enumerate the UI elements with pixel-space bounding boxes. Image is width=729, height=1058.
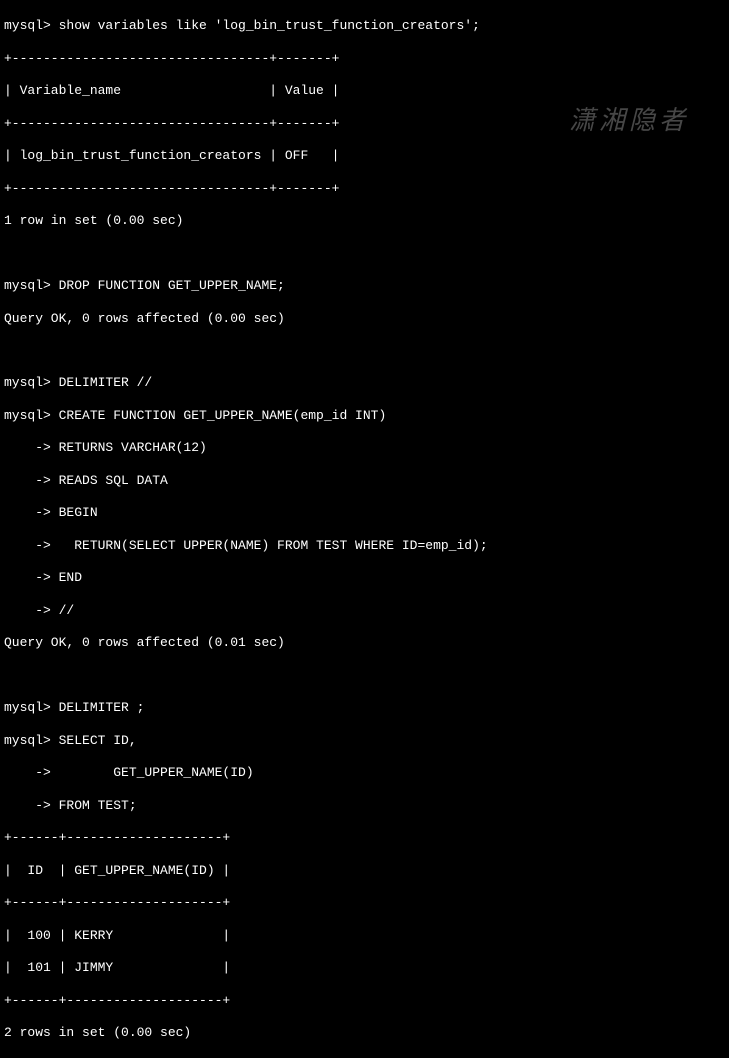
continuation-line: -> READS SQL DATA — [4, 473, 725, 489]
continuation-line: -> RETURNS VARCHAR(12) — [4, 440, 725, 456]
watermark-text: 潇湘隐者 — [569, 105, 689, 138]
table-border: +---------------------------------+-----… — [4, 181, 725, 197]
result-summary: 1 row in set (0.00 sec) — [4, 213, 725, 229]
table-header: | Variable_name | Value | — [4, 83, 725, 99]
query-result: Query OK, 0 rows affected (0.00 sec) — [4, 311, 725, 327]
table-border: +------+--------------------+ — [4, 830, 725, 846]
table-border: +---------------------------------+-----… — [4, 51, 725, 67]
continuation-line: -> BEGIN — [4, 505, 725, 521]
continuation-line: -> FROM TEST; — [4, 798, 725, 814]
continuation-line: -> GET_UPPER_NAME(ID) — [4, 765, 725, 781]
query-result: Query OK, 0 rows affected (0.01 sec) — [4, 635, 725, 651]
table-border: +------+--------------------+ — [4, 895, 725, 911]
terminal-output[interactable]: mysql> show variables like 'log_bin_trus… — [4, 2, 725, 1058]
blank-line — [4, 668, 725, 684]
command-line: mysql> DROP FUNCTION GET_UPPER_NAME; — [4, 278, 725, 294]
blank-line — [4, 343, 725, 359]
table-header: | ID | GET_UPPER_NAME(ID) | — [4, 863, 725, 879]
command-line: mysql> show variables like 'log_bin_trus… — [4, 18, 725, 34]
command-line: mysql> DELIMITER ; — [4, 700, 725, 716]
command-line: mysql> DELIMITER // — [4, 375, 725, 391]
command-line: mysql> CREATE FUNCTION GET_UPPER_NAME(em… — [4, 408, 725, 424]
blank-line — [4, 246, 725, 262]
table-row: | 101 | JIMMY | — [4, 960, 725, 976]
table-row: | log_bin_trust_function_creators | OFF … — [4, 148, 725, 164]
table-border: +------+--------------------+ — [4, 993, 725, 1009]
result-summary: 2 rows in set (0.00 sec) — [4, 1025, 725, 1041]
continuation-line: -> END — [4, 570, 725, 586]
table-row: | 100 | KERRY | — [4, 928, 725, 944]
continuation-line: -> RETURN(SELECT UPPER(NAME) FROM TEST W… — [4, 538, 725, 554]
command-line: mysql> SELECT ID, — [4, 733, 725, 749]
continuation-line: -> // — [4, 603, 725, 619]
